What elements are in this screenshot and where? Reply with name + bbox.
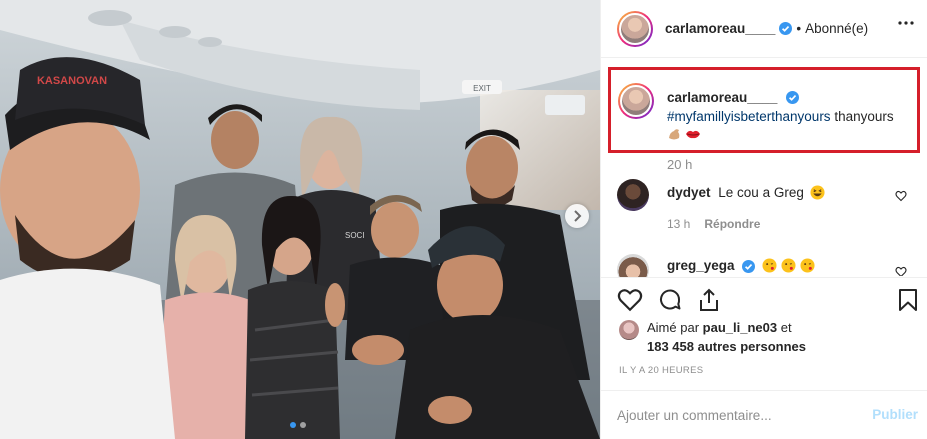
post-sidebar: carlamoreau____ • Abonné(e) carlamoreau_… — [600, 0, 927, 439]
save-bookmark-icon[interactable] — [898, 288, 918, 312]
author-username[interactable]: carlamoreau____ — [665, 21, 775, 36]
post-header: carlamoreau____ • Abonné(e) — [601, 0, 927, 58]
chevron-right-icon — [574, 210, 582, 222]
cap-text: KASANOVAN — [37, 75, 107, 87]
likes-connector: et — [780, 320, 792, 335]
caption-text: #myfamilly​isbeterthanyours thanyours — [667, 109, 894, 124]
carousel-dots — [290, 422, 306, 428]
caption-time: 20 h — [667, 157, 693, 172]
lips-icon — [686, 130, 700, 139]
verified-badge-icon — [742, 259, 756, 273]
reply-button[interactable]: Répondre — [704, 217, 760, 231]
comment-text: Le cou a Greg — [718, 185, 804, 200]
verified-badge-icon — [779, 22, 793, 35]
face-kiss-icon — [800, 258, 815, 273]
post-actions: Aimé par pau_li_ne03 et 183 458 autres p… — [601, 277, 927, 397]
comment-input[interactable] — [617, 407, 857, 423]
post-image[interactable]: EXIT SOCI KASANOVAN — [0, 0, 600, 439]
verified-badge-icon — [785, 91, 799, 105]
commenter-avatar[interactable] — [617, 254, 649, 277]
comment-icon[interactable] — [657, 288, 683, 312]
commenter-username[interactable]: dydyet — [667, 185, 711, 200]
caption-author-avatar[interactable] — [618, 83, 654, 119]
face-kiss-icon — [781, 258, 796, 273]
publish-button[interactable]: Publier — [872, 407, 918, 422]
comment-time: 13 h — [667, 217, 691, 231]
like-heart-icon[interactable] — [617, 288, 643, 312]
add-comment-bar: Publier — [601, 390, 927, 439]
author-avatar[interactable] — [617, 10, 653, 47]
caption-hashtag[interactable]: #myfamilly​isbeterthanyours — [667, 109, 831, 124]
likes-prefix: Aimé par — [647, 320, 700, 335]
comment-item: dydyet Le cou a Greg — [617, 179, 825, 211]
liker-username[interactable]: pau_li_ne03 — [703, 320, 777, 335]
comment-meta: 13 h Répondre — [667, 217, 760, 231]
exit-sign: EXIT — [473, 84, 491, 93]
likes-summary: Aimé par pau_li_ne03 et 183 458 autres p… — [619, 318, 806, 356]
caption-emojis — [667, 126, 701, 142]
more-options-icon[interactable] — [898, 21, 914, 25]
flexed-biceps-icon — [669, 129, 680, 140]
caption-author: carlamoreau____ — [667, 89, 799, 107]
post-date[interactable]: IL Y A 20 HEURES — [619, 365, 703, 376]
liker-avatar[interactable] — [619, 320, 639, 340]
commenter-avatar[interactable] — [617, 179, 649, 211]
follow-separator: • — [796, 21, 802, 36]
group-selfie-image: EXIT SOCI KASANOVAN — [0, 0, 600, 439]
comment-item: greg_yega — [617, 254, 917, 277]
follow-status-button[interactable]: Abonné(e) — [805, 21, 868, 36]
carousel-dot-1 — [290, 422, 296, 428]
like-comment-icon[interactable] — [895, 190, 907, 202]
carousel-dot-2 — [300, 422, 306, 428]
likes-count[interactable]: 183 458 autres personnes — [647, 339, 806, 354]
share-icon[interactable] — [697, 288, 721, 312]
grinning-squint-face-icon — [810, 185, 825, 200]
caption-highlight-box: carlamoreau____ #myfamilly​isbeterthanyo… — [608, 67, 920, 153]
face-kiss-icon — [762, 258, 777, 273]
caption-username[interactable]: carlamoreau____ — [667, 90, 777, 105]
like-comment-icon[interactable] — [895, 266, 907, 276]
shirt-text: SOCI — [345, 231, 365, 240]
commenter-username[interactable]: greg_yega — [667, 258, 735, 273]
next-image-button[interactable] — [565, 204, 589, 228]
caption-body: thanyours — [830, 109, 894, 124]
